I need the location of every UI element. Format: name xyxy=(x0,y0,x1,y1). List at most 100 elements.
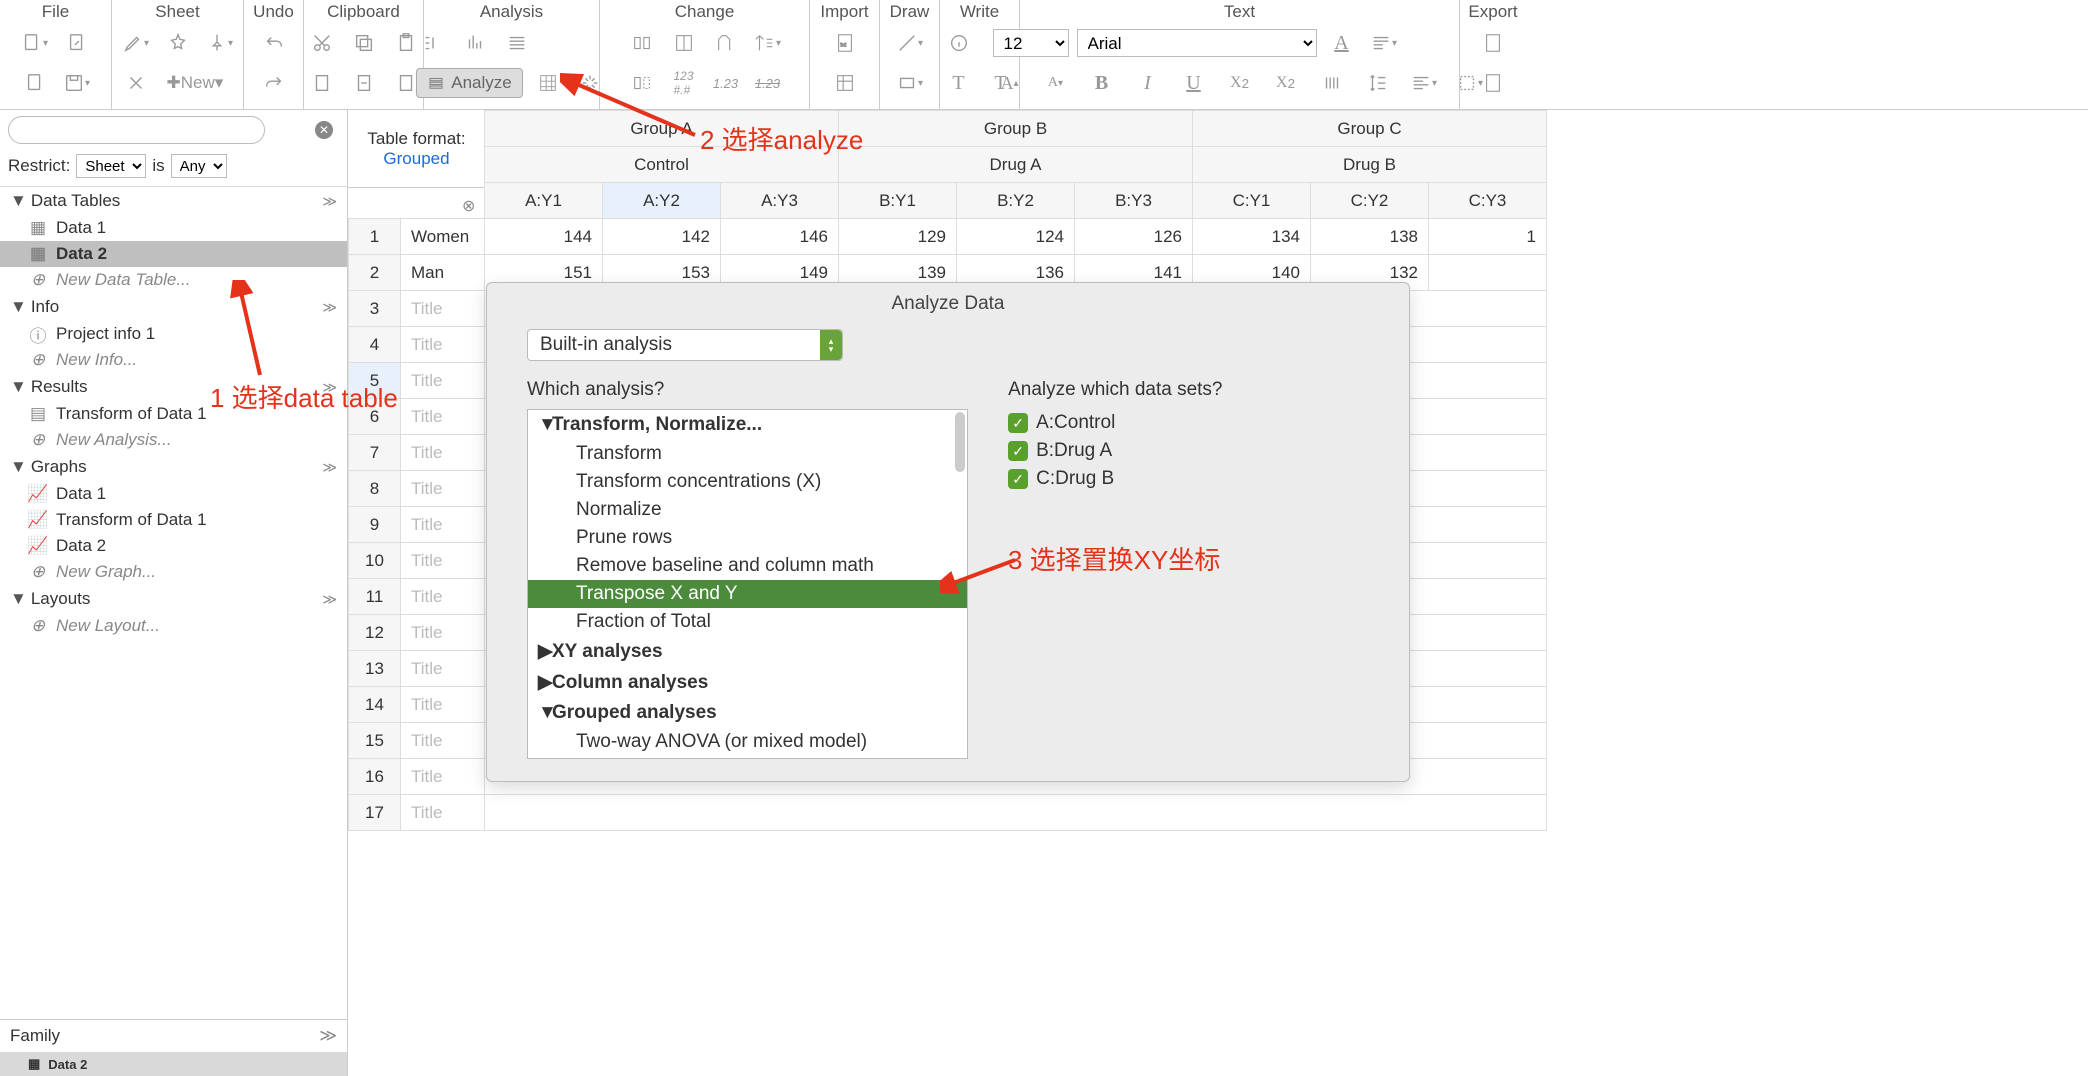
analysis-item[interactable]: Transform xyxy=(528,440,967,468)
draw-shape-icon[interactable]: ▾ xyxy=(893,66,927,100)
group-label-a[interactable]: Control xyxy=(485,147,839,183)
row-label[interactable]: Title xyxy=(401,543,485,579)
row-label[interactable]: Women xyxy=(401,219,485,255)
font-size-select[interactable]: 12 xyxy=(993,29,1069,57)
row-number[interactable]: 9 xyxy=(349,507,401,543)
highlighter-icon[interactable]: ▾ xyxy=(119,26,153,60)
row-number[interactable]: 8 xyxy=(349,471,401,507)
export-txt-icon[interactable] xyxy=(1476,66,1510,100)
row-number[interactable]: 4 xyxy=(349,327,401,363)
star-icon[interactable] xyxy=(161,26,195,60)
row-label[interactable]: Title xyxy=(401,363,485,399)
search-input[interactable] xyxy=(8,116,265,144)
font-color-icon[interactable]: A xyxy=(1325,26,1359,60)
row-label[interactable]: Man xyxy=(401,255,485,291)
decrease-font-icon[interactable]: A▾ xyxy=(1039,66,1073,100)
subcol-cy1[interactable]: C:Y1 xyxy=(1193,183,1311,219)
bold-icon[interactable]: B xyxy=(1085,66,1119,100)
analysis-item[interactable]: Transform concentrations (X) xyxy=(528,468,967,496)
save-file-icon[interactable]: ▾ xyxy=(60,66,94,100)
new-sheet-button[interactable]: ✚ New ▾ xyxy=(161,66,230,100)
row-label[interactable]: Title xyxy=(401,507,485,543)
analysis-item[interactable]: Remove baseline and column math xyxy=(528,552,967,580)
subcol-by3[interactable]: B:Y3 xyxy=(1075,183,1193,219)
family-header[interactable]: Family≫ xyxy=(0,1019,347,1052)
cell[interactable]: 126 xyxy=(1075,219,1193,255)
subcol-cy2[interactable]: C:Y2 xyxy=(1311,183,1429,219)
superscript-icon[interactable]: X2 xyxy=(1223,66,1257,100)
scrollbar[interactable] xyxy=(955,412,965,472)
nav-item-new-analysis[interactable]: ⊕New Analysis... xyxy=(0,427,347,453)
analysis-icon-2[interactable] xyxy=(458,26,492,60)
nav-item-data2[interactable]: ▦Data 2 xyxy=(0,241,347,267)
font-name-select[interactable]: Arial xyxy=(1077,29,1317,57)
nav-item-new-data-table[interactable]: ⊕New Data Table... xyxy=(0,267,347,293)
subcol-by1[interactable]: B:Y1 xyxy=(839,183,957,219)
row-label[interactable]: Title xyxy=(401,435,485,471)
analysis-group-grouped[interactable]: ▼Grouped analyses xyxy=(528,698,967,728)
clear-cell-icon[interactable]: ⊗ xyxy=(462,196,475,216)
row-number[interactable]: 13 xyxy=(349,651,401,687)
paste-special-icon[interactable] xyxy=(305,66,339,100)
row-label[interactable]: Title xyxy=(401,471,485,507)
row-number[interactable]: 15 xyxy=(349,723,401,759)
group-header-b[interactable]: Group B xyxy=(839,111,1193,147)
analysis-item[interactable]: Three-way ANOVA (or mixed model) xyxy=(528,756,967,759)
row-label[interactable]: Title xyxy=(401,795,485,831)
format-number-icon[interactable]: 1.23 xyxy=(709,66,743,100)
table-row[interactable]: 17Title xyxy=(349,795,1547,831)
nav-item-graph-data2[interactable]: 📈Data 2 xyxy=(0,533,347,559)
row-number[interactable]: 11 xyxy=(349,579,401,615)
nav-header-graphs[interactable]: ▼Graphs≫ xyxy=(0,453,347,481)
subcol-ay3[interactable]: A:Y3 xyxy=(721,183,839,219)
info-circle-icon[interactable] xyxy=(942,26,976,60)
row-number[interactable]: 6 xyxy=(349,399,401,435)
row-number[interactable]: 16 xyxy=(349,759,401,795)
italic-icon[interactable]: I xyxy=(1131,66,1165,100)
cell[interactable]: 124 xyxy=(957,219,1075,255)
new-file-icon[interactable]: ▾ xyxy=(18,26,52,60)
analysis-item-transpose[interactable]: Transpose X and Y xyxy=(528,580,967,608)
cut-icon[interactable] xyxy=(305,26,339,60)
group-label-c[interactable]: Drug B xyxy=(1193,147,1547,183)
analysis-item[interactable]: Normalize xyxy=(528,496,967,524)
row-number[interactable]: 7 xyxy=(349,435,401,471)
analysis-group-column[interactable]: ▶Column analyses xyxy=(528,667,967,698)
draw-line-icon[interactable]: ▾ xyxy=(893,26,927,60)
checkbox-checked-icon[interactable]: ✓ xyxy=(1008,469,1028,489)
restrict-value-select[interactable]: Any xyxy=(171,154,227,178)
delete-sheet-icon[interactable] xyxy=(119,66,153,100)
row-label[interactable]: Title xyxy=(401,327,485,363)
nav-item-transform-result[interactable]: ▤Transform of Data 1 xyxy=(0,401,347,427)
row-number[interactable]: 5 xyxy=(349,363,401,399)
nav-item-project-info[interactable]: ⓘProject info 1 xyxy=(0,321,347,347)
subcol-cy3[interactable]: C:Y3 xyxy=(1429,183,1547,219)
import-xml-icon[interactable]: txt xyxy=(828,26,862,60)
clear-search-icon[interactable]: ✕ xyxy=(315,121,333,139)
line-height-icon[interactable] xyxy=(1361,66,1395,100)
paste-link-icon[interactable] xyxy=(347,66,381,100)
change-icon-1[interactable] xyxy=(625,26,659,60)
dataset-item[interactable]: ✓C:Drug B xyxy=(1008,465,1369,493)
analysis-type-dropdown[interactable]: Built-in analysis xyxy=(527,329,843,361)
nav-header-info[interactable]: ▼Info≫ xyxy=(0,293,347,321)
family-item-data2[interactable]: ▦Data 2 xyxy=(0,1052,347,1076)
strike-123-icon[interactable]: 1.23 xyxy=(751,66,785,100)
group-header-c[interactable]: Group C xyxy=(1193,111,1547,147)
group-header-a[interactable]: Group A xyxy=(485,111,839,147)
analysis-item[interactable]: Prune rows xyxy=(528,524,967,552)
analysis-group-xy[interactable]: ▶XY analyses xyxy=(528,636,967,667)
row-number[interactable]: 12 xyxy=(349,615,401,651)
change-icon-2[interactable] xyxy=(667,26,701,60)
nav-header-results[interactable]: ▼Results≫ xyxy=(0,373,347,401)
cell[interactable]: 142 xyxy=(603,219,721,255)
nav-item-new-info[interactable]: ⊕New Info... xyxy=(0,347,347,373)
paragraph-icon[interactable]: ▾ xyxy=(1367,26,1401,60)
nav-item-graph-transform[interactable]: 📈Transform of Data 1 xyxy=(0,507,347,533)
dataset-item[interactable]: ✓B:Drug A xyxy=(1008,437,1369,465)
subscript-icon[interactable]: X2 xyxy=(1269,66,1303,100)
analysis-item[interactable]: Two-way ANOVA (or mixed model) xyxy=(528,728,967,756)
analyze-button[interactable]: Analyze xyxy=(416,68,522,98)
row-label[interactable]: Title xyxy=(401,759,485,795)
cell[interactable]: 129 xyxy=(839,219,957,255)
